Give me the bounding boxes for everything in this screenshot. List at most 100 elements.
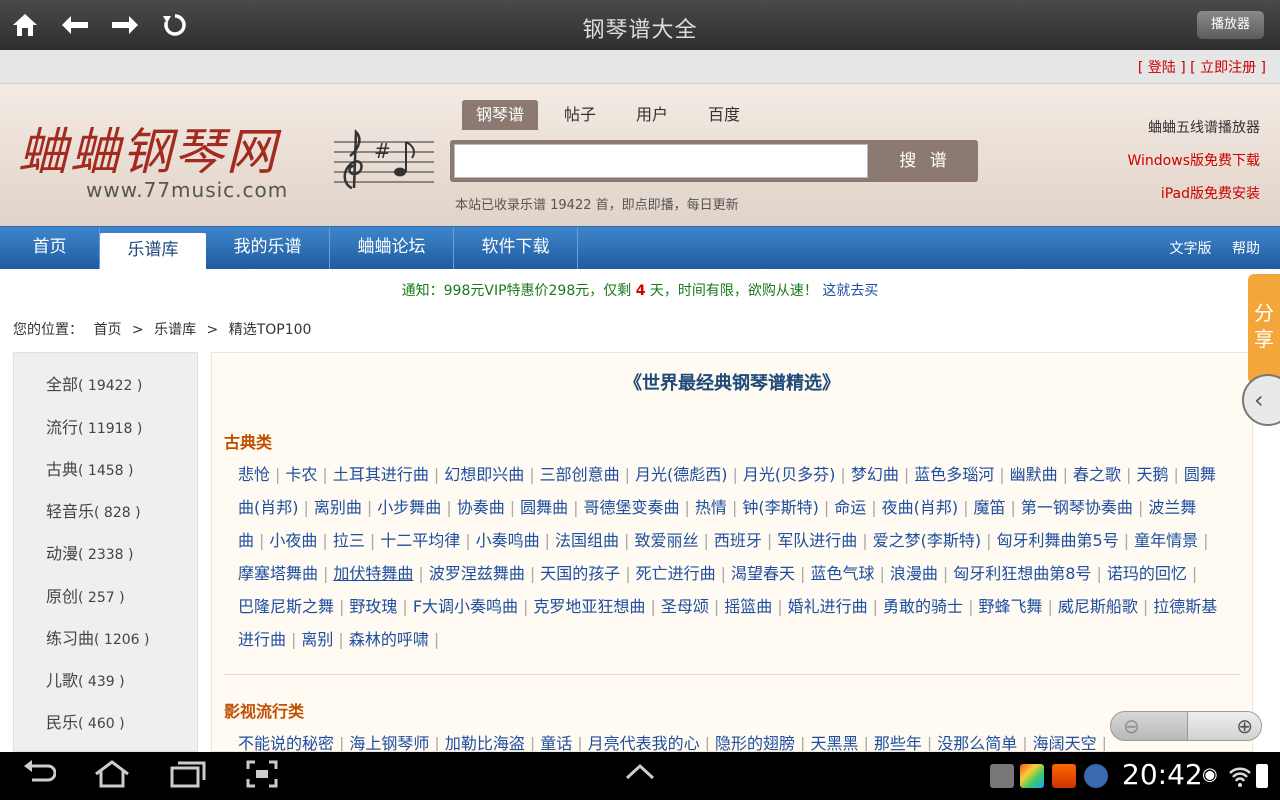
score-link[interactable]: 小夜曲 (269, 531, 317, 550)
tab-users[interactable]: 用户 (622, 100, 682, 130)
score-link[interactable]: 西班牙 (714, 531, 762, 550)
score-link[interactable]: 月光(德彪西) (635, 465, 728, 484)
score-link[interactable]: 夜曲(肖邦) (882, 498, 959, 517)
ipad-install-link[interactable]: iPad版免费安装 (1128, 178, 1260, 211)
score-link[interactable]: 勇敢的骑士 (883, 597, 963, 616)
category-item[interactable]: 动漫( 2338 ) (46, 540, 133, 564)
breadcrumb-home[interactable]: 首页 (93, 322, 121, 338)
score-link[interactable]: 春之歌 (1073, 465, 1121, 484)
score-link[interactable]: 幻想即兴曲 (444, 465, 524, 484)
screenshot-icon[interactable] (246, 760, 278, 795)
score-link[interactable]: 海上钢琴师 (349, 734, 429, 751)
share-tab[interactable]: 分享 (1248, 274, 1280, 384)
category-item[interactable]: 原创( 257 ) (46, 583, 125, 607)
score-link[interactable]: 哥德堡变奏曲 (584, 498, 680, 517)
nav-score-library[interactable]: 乐谱库 (100, 233, 206, 270)
text-version-link[interactable]: 文字版 (1170, 241, 1212, 257)
score-link[interactable]: 离别曲 (314, 498, 362, 517)
score-link[interactable]: 魔笛 (974, 498, 1006, 517)
score-link[interactable]: 蓝色气球 (810, 564, 874, 583)
score-link[interactable]: 海阔天空 (1033, 734, 1097, 751)
score-link[interactable]: 月亮代表我的心 (588, 734, 700, 751)
zoom-out-icon[interactable]: ⊖ (1111, 712, 1187, 740)
score-link[interactable]: 匈牙利舞曲第5号 (997, 531, 1119, 550)
search-input[interactable] (454, 144, 868, 178)
category-item[interactable]: 全部( 19422 ) (46, 371, 142, 395)
score-link[interactable]: 命运 (834, 498, 866, 517)
register-link[interactable]: 立即注册 (1200, 60, 1256, 76)
score-link[interactable]: 摇篮曲 (724, 597, 772, 616)
score-link[interactable]: 钟(李斯特) (742, 498, 819, 517)
score-link[interactable]: 那些年 (874, 734, 922, 751)
nav-my-scores[interactable]: 我的乐谱 (206, 227, 330, 269)
windows-download-link[interactable]: Windows版免费下载 (1128, 145, 1261, 178)
score-link[interactable]: 拉三 (333, 531, 365, 550)
score-link[interactable]: 爱之梦(李斯特) (873, 531, 982, 550)
score-link[interactable]: 威尼斯船歌 (1058, 597, 1138, 616)
app-notification-icon[interactable] (1020, 764, 1044, 788)
usb-notification-icon[interactable] (1084, 764, 1108, 788)
score-link[interactable]: 十二平均律 (380, 531, 460, 550)
score-link[interactable]: F大调小奏鸣曲 (413, 597, 518, 616)
app-store-notification-icon[interactable] (1052, 764, 1076, 788)
score-link[interactable]: 圣母颂 (661, 597, 709, 616)
score-link[interactable]: 野蜂飞舞 (978, 597, 1042, 616)
score-link[interactable]: 加伏特舞曲 (333, 564, 413, 583)
nav-software-download[interactable]: 软件下载 (454, 227, 578, 269)
score-link[interactable]: 军队进行曲 (777, 531, 857, 550)
score-link[interactable]: 悲怆 (238, 465, 270, 484)
recent-apps-icon[interactable] (170, 760, 206, 795)
score-link[interactable]: 摩塞塔舞曲 (238, 564, 318, 583)
score-link[interactable]: 波罗涅兹舞曲 (429, 564, 525, 583)
category-item[interactable]: 轻音乐( 828 ) (46, 498, 141, 522)
score-link[interactable]: 森林的呼啸 (349, 630, 429, 649)
score-link[interactable]: 蓝色多瑙河 (914, 465, 994, 484)
score-link[interactable]: 隐形的翅膀 (715, 734, 795, 751)
score-link[interactable]: 三部创意曲 (540, 465, 620, 484)
site-logo[interactable]: 蛐蛐钢琴网 (18, 112, 278, 184)
tab-posts[interactable]: 帖子 (550, 100, 610, 130)
score-link[interactable]: 小奏鸣曲 (476, 531, 540, 550)
chevron-up-icon[interactable] (624, 760, 656, 791)
score-link[interactable]: 匈牙利狂想曲第8号 (953, 564, 1091, 583)
score-link[interactable]: 童年情景 (1134, 531, 1198, 550)
score-link[interactable]: 不能说的秘密 (238, 734, 334, 751)
player-button[interactable]: 播放器 (1196, 11, 1264, 39)
score-link[interactable]: 协奏曲 (457, 498, 505, 517)
score-link[interactable]: 婚礼进行曲 (788, 597, 868, 616)
score-link[interactable]: 卡农 (285, 465, 317, 484)
score-link[interactable]: 土耳其进行曲 (333, 465, 429, 484)
tab-baidu[interactable]: 百度 (694, 100, 754, 130)
score-link[interactable]: 热情 (695, 498, 727, 517)
login-link[interactable]: 登陆 (1148, 60, 1176, 76)
zoom-in-icon[interactable]: ⊕ (1187, 712, 1261, 740)
score-link[interactable]: 月光(贝多芬) (743, 465, 836, 484)
search-button[interactable]: 搜 谱 (872, 140, 978, 182)
tab-piano-score[interactable]: 钢琴谱 (462, 100, 539, 130)
system-home-icon[interactable] (92, 760, 132, 795)
category-item[interactable]: 流行( 11918 ) (46, 414, 142, 438)
score-link[interactable]: 幽默曲 (1010, 465, 1058, 484)
nav-forum[interactable]: 蛐蛐论坛 (330, 227, 454, 269)
score-link[interactable]: 天鹅 (1136, 465, 1168, 484)
score-link[interactable]: 童话 (540, 734, 572, 751)
gallery-notification-icon[interactable] (990, 764, 1014, 788)
score-link[interactable]: 巴隆尼斯之舞 (238, 597, 334, 616)
breadcrumb-library[interactable]: 乐谱库 (154, 322, 196, 338)
category-item[interactable]: 儿歌( 439 ) (46, 667, 125, 691)
score-link[interactable]: 没那么简单 (937, 734, 1017, 751)
score-link[interactable]: 法国组曲 (555, 531, 619, 550)
score-link[interactable]: 致爱丽丝 (634, 531, 698, 550)
score-link[interactable]: 诺玛的回忆 (1107, 564, 1187, 583)
score-link[interactable]: 天黑黑 (810, 734, 858, 751)
score-link[interactable]: 梦幻曲 (851, 465, 899, 484)
player-app-link[interactable]: 蛐蛐五线谱播放器 (1128, 112, 1260, 145)
category-item[interactable]: 民乐( 460 ) (46, 709, 125, 733)
nav-home[interactable]: 首页 (0, 227, 100, 269)
score-link[interactable]: 渴望春天 (731, 564, 795, 583)
score-link[interactable]: 死亡进行曲 (636, 564, 716, 583)
score-link[interactable]: 圆舞曲 (520, 498, 568, 517)
score-link[interactable]: 离别 (301, 630, 333, 649)
category-item[interactable]: 练习曲( 1206 ) (46, 625, 149, 649)
category-item[interactable]: 古典( 1458 ) (46, 456, 133, 480)
